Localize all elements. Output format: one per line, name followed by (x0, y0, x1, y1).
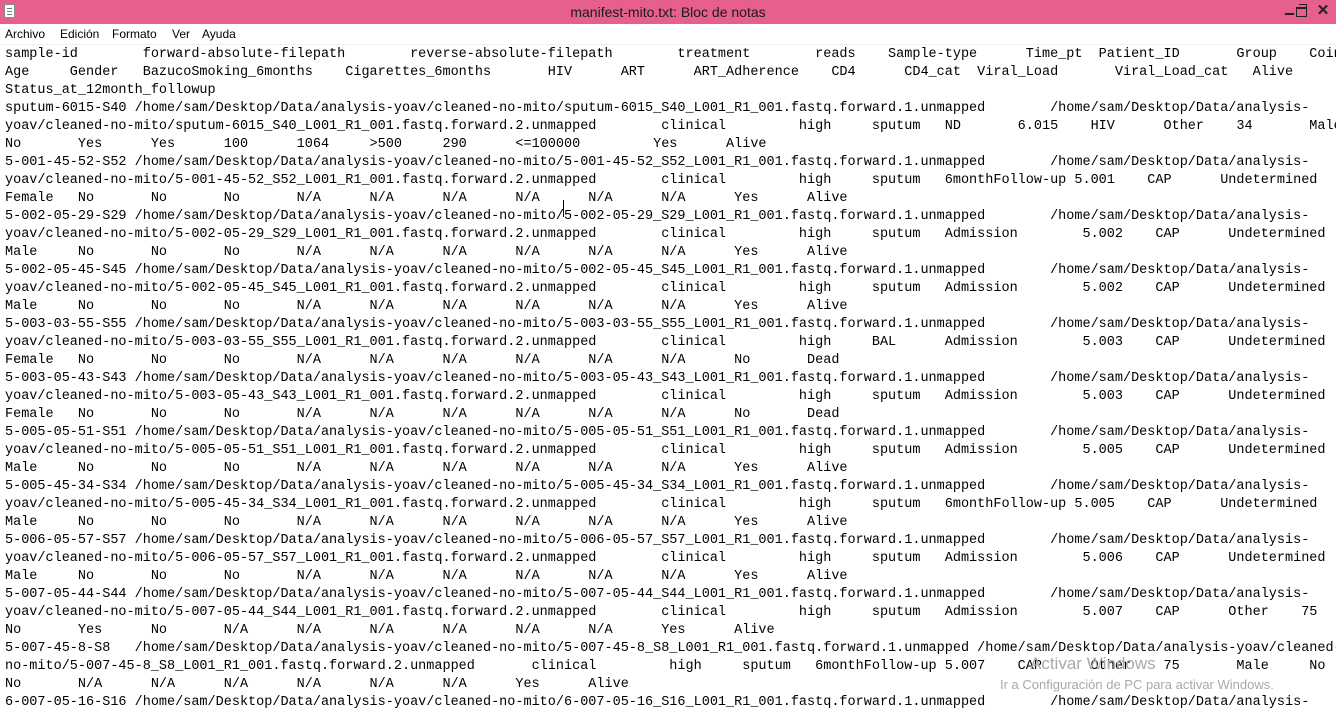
text-line: 5-003-05-43-S43 /home/sam/Desktop/Data/a… (5, 371, 1310, 386)
text-line: yoav/cleaned-no-mito/sputum-6015_S40_L00… (5, 119, 1336, 134)
maximize-icon (1295, 3, 1307, 17)
text-line: Male No No No N/A N/A N/A N/A N/A N/A Ye… (5, 515, 848, 530)
menu-edicion[interactable]: Edición (59, 24, 100, 44)
text-line: yoav/cleaned-no-mito/5-003-03-55_S55_L00… (5, 335, 1336, 350)
watermark-subtitle: Ir a Configuración de PC para activar Wi… (1000, 677, 1274, 692)
menu-bar: Archivo Edición Formato Ver Ayuda (0, 24, 1336, 45)
close-icon: ✕ (1316, 2, 1330, 19)
text-line: 5-006-05-57-S57 /home/sam/Desktop/Data/a… (5, 533, 1310, 548)
text-line: No Yes Yes 100 1064 >500 290 <=100000 Ye… (5, 137, 767, 152)
text-editor[interactable]: sample-id forward-absolute-filepath reve… (0, 45, 1336, 720)
text-line: sputum-6015-S40 /home/sam/Desktop/Data/a… (5, 101, 1310, 116)
text-line: sample-id forward-absolute-filepath reve… (5, 47, 1336, 62)
text-line: yoav/cleaned-no-mito/5-002-05-45_S45_L00… (5, 281, 1336, 296)
text-line: yoav/cleaned-no-mito/5-006-05-57_S57_L00… (5, 551, 1336, 566)
menu-ayuda[interactable]: Ayuda (201, 24, 237, 44)
watermark-title: Activar Windows (1030, 654, 1156, 673)
window-title: manifest-mito.txt: Bloc de notas (570, 4, 766, 20)
text-line: 5-005-45-34-S34 /home/sam/Desktop/Data/a… (5, 479, 1310, 494)
close-button[interactable]: ✕ (1309, 0, 1336, 22)
text-line: No N/A N/A N/A N/A N/A N/A Yes Alive (5, 677, 629, 692)
text-line: Male No No No N/A N/A N/A N/A N/A N/A Ye… (5, 299, 848, 314)
text-line: Male No No No N/A N/A N/A N/A N/A N/A Ye… (5, 245, 848, 260)
text-line: yoav/cleaned-no-mito/5-007-05-44_S44_L00… (5, 605, 1336, 620)
text-line: Male No No No N/A N/A N/A N/A N/A N/A Ye… (5, 569, 848, 584)
text-line: Status_at_12month_followup (5, 83, 216, 98)
text-line: yoav/cleaned-no-mito/5-003-05-43_S43_L00… (5, 389, 1336, 404)
menu-archivo[interactable]: Archivo (4, 24, 46, 44)
text-line: 5-003-03-55-S55 /home/sam/Desktop/Data/a… (5, 317, 1310, 332)
text-line: 5-002-05-29-S29 /home/sam/Desktop/Data/a… (5, 209, 1310, 224)
text-line: Female No No No N/A N/A N/A N/A N/A N/A … (5, 407, 840, 422)
text-line: 5-001-45-52-S52 /home/sam/Desktop/Data/a… (5, 155, 1310, 170)
title-bar[interactable]: manifest-mito.txt: Bloc de notas ✕ (0, 0, 1336, 24)
text-line: Female No No No N/A N/A N/A N/A N/A N/A … (5, 191, 848, 206)
text-line: yoav/cleaned-no-mito/5-002-05-29_S29_L00… (5, 227, 1336, 242)
text-line: No Yes No N/A N/A N/A N/A N/A N/A Yes Al… (5, 623, 775, 638)
text-line: yoav/cleaned-no-mito/5-001-45-52_S52_L00… (5, 173, 1336, 188)
text-line: 5-005-05-51-S51 /home/sam/Desktop/Data/a… (5, 425, 1310, 440)
text-line: yoav/cleaned-no-mito/5-005-45-34_S34_L00… (5, 497, 1336, 512)
text-line: 5-002-05-45-S45 /home/sam/Desktop/Data/a… (5, 263, 1310, 278)
text-line: yoav/cleaned-no-mito/5-005-05-51_S51_L00… (5, 443, 1336, 458)
text-line: 6-007-05-16-S16 /home/sam/Desktop/Data/a… (5, 695, 1310, 710)
menu-ver[interactable]: Ver (171, 24, 191, 44)
menu-formato[interactable]: Formato (111, 24, 158, 44)
text-line: Age Gender BazucoSmoking_6months Cigaret… (5, 65, 1294, 80)
text-line: 5-007-05-44-S44 /home/sam/Desktop/Data/a… (5, 587, 1310, 602)
text-line: Male No No No N/A N/A N/A N/A N/A N/A Ye… (5, 461, 848, 476)
text-line: Female No No No N/A N/A N/A N/A N/A N/A … (5, 353, 840, 368)
